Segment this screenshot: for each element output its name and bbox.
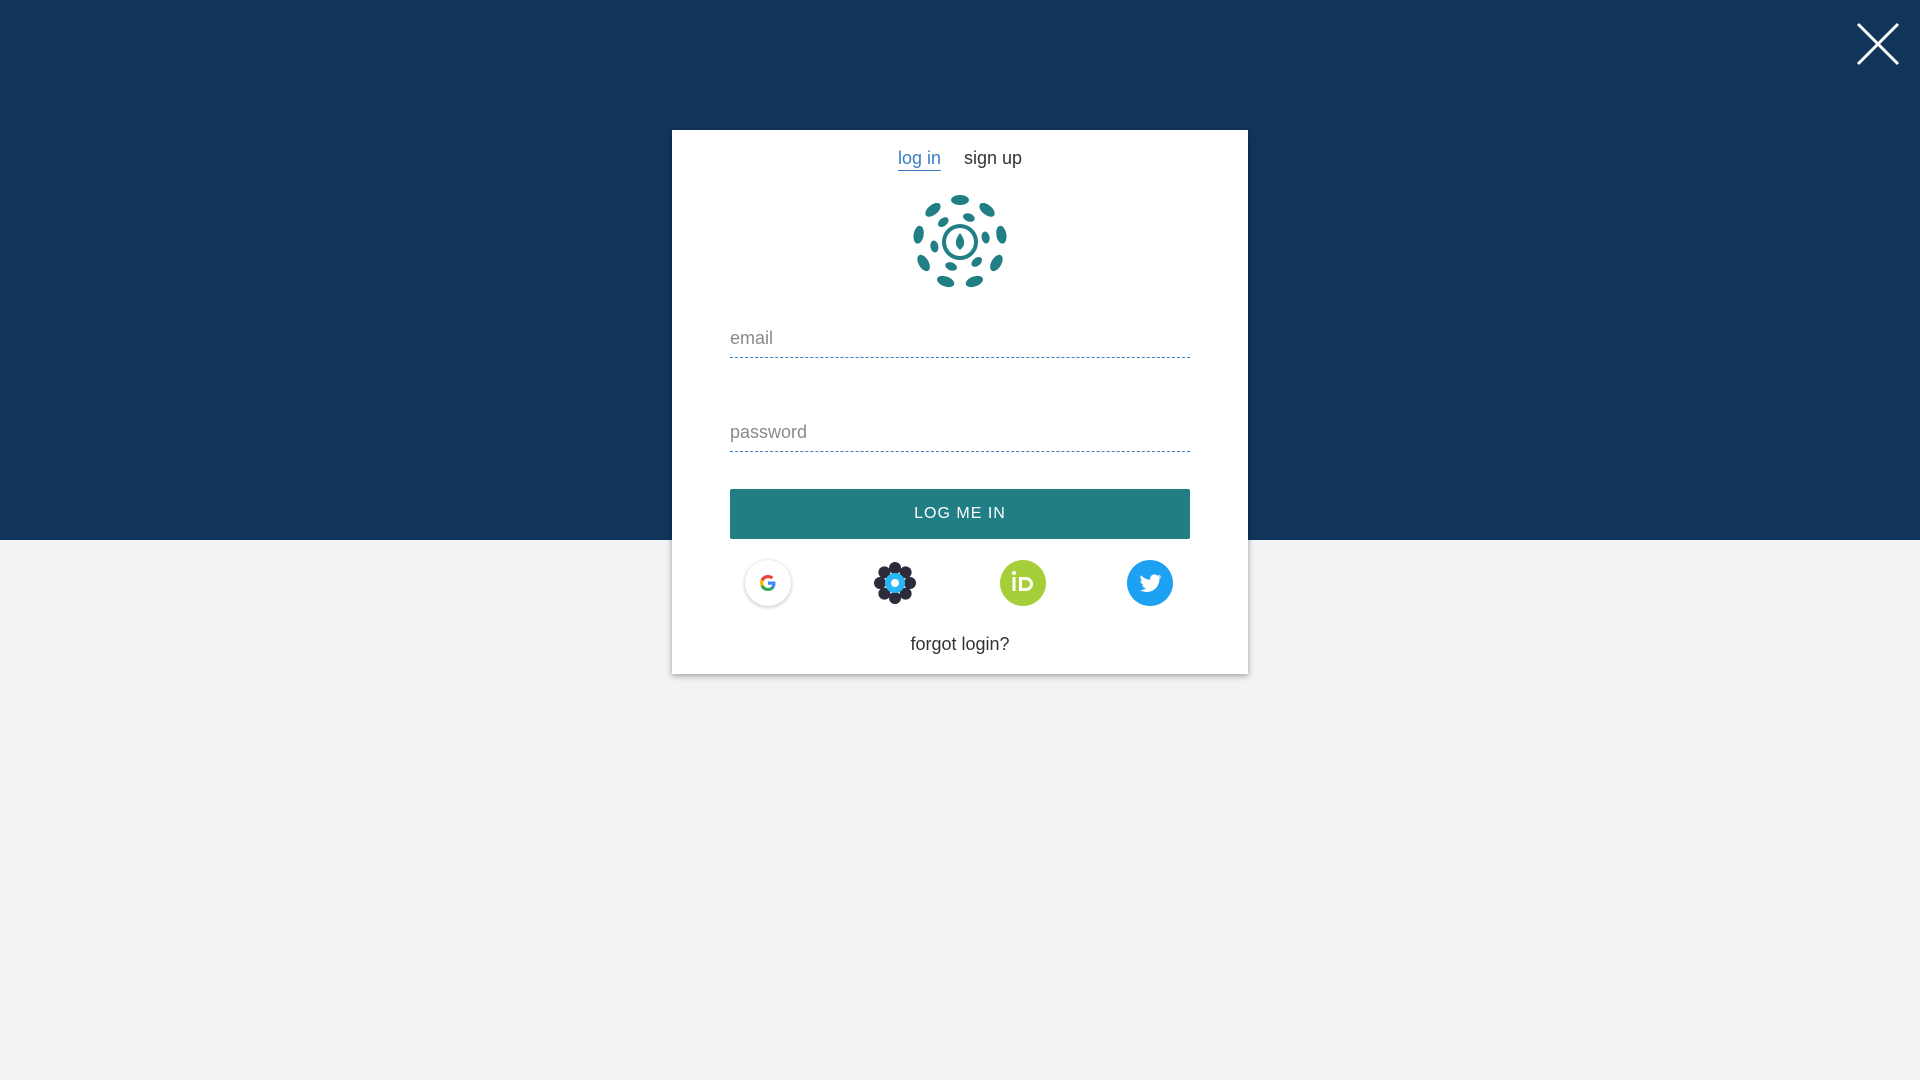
orcid-login-button[interactable] xyxy=(1000,560,1046,606)
social-login-row xyxy=(672,560,1248,610)
log-me-in-button[interactable]: LOG ME IN xyxy=(730,489,1190,539)
tab-log-in[interactable]: log in xyxy=(897,148,941,171)
close-button[interactable] xyxy=(1850,16,1906,72)
email-input[interactable] xyxy=(730,320,1190,358)
email-field-wrapper xyxy=(730,320,1190,360)
google-icon xyxy=(760,575,776,591)
auth-tabs: log in sign up xyxy=(672,148,1248,171)
password-input[interactable] xyxy=(730,414,1190,452)
protocols-logo xyxy=(910,192,1010,292)
flower-login-button[interactable] xyxy=(872,560,918,606)
tab-sign-up[interactable]: sign up xyxy=(964,148,1022,170)
twitter-login-button[interactable] xyxy=(1127,560,1173,606)
twitter-icon xyxy=(1127,560,1173,606)
forgot-login-link[interactable]: forgot login? xyxy=(672,634,1248,655)
close-icon xyxy=(1856,22,1900,66)
orcid-icon xyxy=(1000,560,1046,606)
flower-logo-icon xyxy=(913,195,1007,288)
password-field-wrapper xyxy=(730,414,1190,454)
google-login-button[interactable] xyxy=(745,560,791,606)
flower-icon xyxy=(874,562,916,604)
login-modal: log in sign up email LOG ME IN forgot lo… xyxy=(672,130,1248,674)
